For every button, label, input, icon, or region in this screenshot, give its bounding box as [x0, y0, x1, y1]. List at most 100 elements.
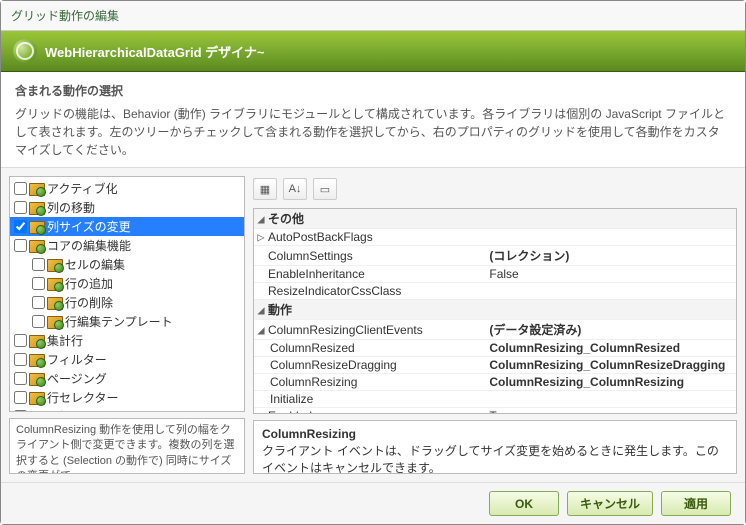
tree-item[interactable]: 列の移動	[10, 198, 244, 217]
category-other[interactable]: ◢その他	[254, 209, 736, 229]
collapse-icon[interactable]: ◢	[254, 212, 268, 226]
tree-item[interactable]: 行の追加	[10, 274, 244, 293]
tree-item[interactable]: ページング	[10, 369, 244, 388]
prop-value[interactable]: False	[485, 266, 736, 282]
prop-name: ColumnResizingClientEvents	[268, 323, 423, 337]
prop-columnresizingclientevents[interactable]: ◢ColumnResizingClientEvents (データ設定済み)	[254, 320, 736, 340]
prop-value[interactable]	[485, 290, 736, 292]
tree-item[interactable]: 行編集テンプレート	[10, 312, 244, 331]
property-description: ColumnResizing クライアント イベントは、ドラッグしてサイズ変更を…	[253, 420, 737, 474]
behavior-icon	[47, 296, 63, 310]
categorize-button[interactable]: ▦	[253, 178, 277, 200]
prop-value[interactable]: ColumnResizing_ColumnResizeDragging	[485, 357, 736, 373]
tree-label: 列の移動	[47, 199, 95, 216]
tree-checkbox[interactable]	[32, 277, 45, 290]
behavior-icon	[47, 315, 63, 329]
tree-checkbox[interactable]	[14, 182, 27, 195]
left-column: アクティブ化列の移動列サイズの変更コアの編集機能セルの編集行の追加行の削除行編集…	[9, 176, 245, 474]
prop-name: Enabled	[268, 409, 312, 414]
prop-value[interactable]: (コレクション)	[485, 246, 736, 265]
tree-label: 集計行	[47, 332, 83, 349]
behavior-tree[interactable]: アクティブ化列の移動列サイズの変更コアの編集機能セルの編集行の追加行の削除行編集…	[9, 176, 245, 412]
prop-initialize[interactable]: Initialize	[254, 391, 736, 408]
behavior-icon	[29, 220, 45, 234]
tree-label: 列サイズの変更	[47, 218, 131, 235]
tree-item[interactable]: セルの編集	[10, 255, 244, 274]
tree-checkbox[interactable]	[32, 258, 45, 271]
behavior-icon	[47, 258, 63, 272]
tree-item[interactable]: 行セレクター	[10, 388, 244, 407]
prop-name: ResizeIndicatorCssClass	[268, 284, 401, 298]
tree-checkbox[interactable]	[14, 239, 27, 252]
behavior-icon	[29, 182, 45, 196]
apply-button[interactable]: 適用	[661, 491, 731, 516]
behavior-icon	[47, 277, 63, 291]
tree-label: 行セレクター	[47, 389, 119, 406]
tree-checkbox[interactable]	[14, 372, 27, 385]
tree-checkbox[interactable]	[14, 220, 27, 233]
prop-columnresizedragging[interactable]: ColumnResizeDragging ColumnResizing_Colu…	[254, 357, 736, 374]
prop-value[interactable]	[485, 398, 736, 400]
tree-item[interactable]: 選択	[10, 407, 244, 412]
button-bar: OK キャンセル 適用	[1, 482, 745, 524]
prop-name: Initialize	[270, 392, 313, 406]
tree-label: セルの編集	[65, 256, 125, 273]
tree-checkbox[interactable]	[14, 201, 27, 214]
sort-az-button[interactable]: A↓	[283, 178, 307, 200]
window-title: グリッド動作の編集	[11, 9, 119, 23]
tree-item[interactable]: 行の削除	[10, 293, 244, 312]
prop-enableinheritance[interactable]: EnableInheritance False	[254, 266, 736, 283]
prop-value[interactable]: (データ設定済み)	[485, 320, 736, 339]
category-label: 動作	[268, 301, 292, 318]
tree-item[interactable]: 列サイズの変更	[10, 217, 244, 236]
tree-item[interactable]: 集計行	[10, 331, 244, 350]
tree-checkbox[interactable]	[14, 391, 27, 404]
prop-columnresized[interactable]: ColumnResized ColumnResizing_ColumnResiz…	[254, 340, 736, 357]
behavior-icon	[29, 239, 45, 253]
titlebar: グリッド動作の編集	[1, 1, 745, 31]
category-label: その他	[268, 210, 304, 227]
prop-name: ColumnSettings	[268, 249, 353, 263]
prop-value[interactable]: True	[485, 408, 736, 414]
behavior-icon	[29, 372, 45, 386]
prop-columnsettings[interactable]: ColumnSettings (コレクション)	[254, 246, 736, 266]
expand-icon[interactable]: ▷	[254, 230, 268, 244]
main-area: アクティブ化列の移動列サイズの変更コアの編集機能セルの編集行の追加行の削除行編集…	[1, 168, 745, 482]
banner: WebHierarchicalDataGrid デザイナ~	[1, 31, 745, 72]
tree-label: ページング	[47, 370, 107, 387]
property-pages-button[interactable]: ▭	[313, 178, 337, 200]
tree-item[interactable]: コアの編集機能	[10, 236, 244, 255]
collapse-icon[interactable]: ◢	[254, 323, 268, 337]
prop-value[interactable]: ColumnResizing_ColumnResized	[485, 340, 736, 356]
tree-checkbox[interactable]	[14, 410, 27, 412]
prop-name: EnableInheritance	[268, 267, 365, 281]
tree-label: 行の追加	[65, 275, 113, 292]
prop-resizeindicatorcssclass[interactable]: ResizeIndicatorCssClass	[254, 283, 736, 300]
prop-columnresizing[interactable]: ColumnResizing ColumnResizing_ColumnResi…	[254, 374, 736, 391]
prop-autopostbackflags[interactable]: ▷AutoPostBackFlags	[254, 229, 736, 246]
tree-checkbox[interactable]	[14, 353, 27, 366]
ok-button[interactable]: OK	[489, 491, 559, 516]
info-panel: ColumnResizing 動作を使用して列の幅をクライアント側で変更できます…	[9, 418, 245, 474]
prop-value[interactable]	[485, 236, 736, 238]
cancel-button[interactable]: キャンセル	[567, 491, 653, 516]
prop-enabled[interactable]: Enabled True	[254, 408, 736, 414]
tree-checkbox[interactable]	[32, 315, 45, 328]
collapse-icon[interactable]: ◢	[254, 303, 268, 317]
prop-name: AutoPostBackFlags	[268, 230, 373, 244]
tree-checkbox[interactable]	[32, 296, 45, 309]
property-description-title: ColumnResizing	[262, 427, 728, 441]
tree-item[interactable]: フィルター	[10, 350, 244, 369]
description-title: 含まれる動作の選択	[15, 82, 731, 99]
description-text: グリッドの機能は、Behavior (動作) ライブラリにモジュールとして構成さ…	[15, 105, 731, 159]
tree-checkbox[interactable]	[14, 334, 27, 347]
property-grid[interactable]: ◢その他 ▷AutoPostBackFlags ColumnSettings (…	[253, 208, 737, 414]
prop-value[interactable]: ColumnResizing_ColumnResizing	[485, 374, 736, 390]
tree-label: 選択	[47, 408, 71, 412]
tree-label: 行の削除	[65, 294, 113, 311]
tree-label: 行編集テンプレート	[65, 313, 173, 330]
behavior-icon	[29, 334, 45, 348]
tree-item[interactable]: アクティブ化	[10, 179, 244, 198]
category-behavior[interactable]: ◢動作	[254, 300, 736, 320]
dialog-window: グリッド動作の編集 WebHierarchicalDataGrid デザイナ~ …	[0, 0, 746, 525]
